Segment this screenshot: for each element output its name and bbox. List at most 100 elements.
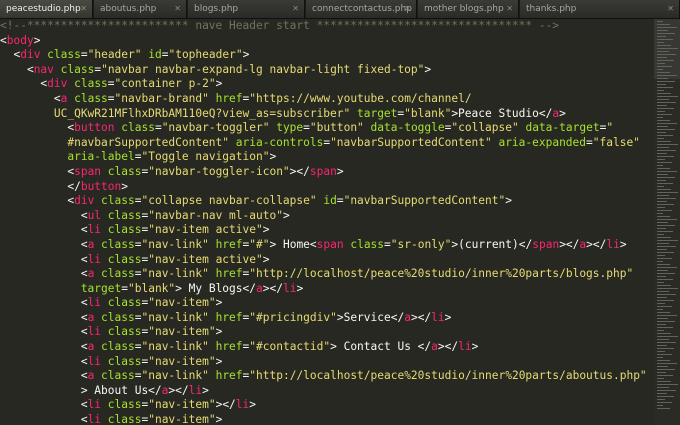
tab-label: peacestudio.php (6, 4, 81, 14)
tab-bar: peacestudio.php ✕ aboutus.php ✕ blogs.php ✕ co… (0, 0, 680, 19)
tab-blogs[interactable]: blogs.php ✕ (188, 0, 305, 18)
minimap-line (657, 180, 666, 181)
minimap-line (657, 288, 678, 289)
code-token: li (87, 354, 102, 368)
minimap-viewport[interactable] (654, 19, 680, 79)
minimap-line (657, 72, 670, 73)
minimap-line (657, 135, 673, 136)
close-icon[interactable]: ✕ (174, 0, 181, 18)
minimap-line (657, 399, 665, 400)
code-token: href (208, 267, 243, 281)
code-token: li (458, 340, 472, 354)
minimap-line (657, 189, 671, 190)
close-icon[interactable]: ✕ (506, 0, 513, 18)
code-token: > Home< (269, 237, 317, 251)
tab-label: connectcontactus.php (312, 4, 412, 14)
code-token: < (0, 164, 75, 178)
code-token: = (121, 281, 128, 295)
code-token: "#" (249, 237, 270, 251)
code-token: = (336, 194, 344, 208)
code-token: > (121, 179, 128, 193)
code-token: li (87, 325, 102, 339)
code-token: = (107, 91, 115, 105)
code-token: "nav-link" (141, 369, 209, 383)
code-token: "nav-item" (148, 354, 216, 368)
minimap-line (657, 195, 669, 196)
minimap-line (657, 174, 668, 175)
code-token: href (208, 369, 243, 383)
code-token: "button" (309, 121, 364, 135)
code-line: <li class="nav-item"> (0, 296, 647, 311)
tab-aboutus[interactable]: aboutus.php ✕ (94, 0, 187, 18)
tab-thanks[interactable]: thanks.php ✕ (520, 0, 680, 18)
code-token: > (444, 310, 452, 324)
minimap-line (657, 21, 663, 22)
code-line: <a class="nav-link" href="http://localho… (0, 369, 647, 384)
code-token: button (80, 179, 122, 193)
code-token: <!--************************ nave Header… (0, 19, 560, 32)
code-token: "Toggle navigation" (141, 150, 270, 164)
minimap-line (657, 87, 673, 88)
minimap-line (657, 48, 678, 49)
code-token: "navbar-nav ml-auto" (148, 208, 283, 222)
minimap-line (657, 366, 668, 367)
code-token: ></ (168, 383, 189, 397)
code-editor[interactable]: <!--************************ nave Header… (0, 19, 680, 425)
code-token: li (431, 310, 445, 324)
minimap-line (657, 141, 671, 142)
minimap-line (657, 387, 669, 388)
minimap-line (657, 207, 665, 208)
code-area[interactable]: <!--************************ nave Header… (0, 19, 647, 425)
minimap-line (657, 147, 669, 148)
code-token: ul (87, 208, 102, 222)
code-token: class (94, 369, 135, 383)
code-token: "header" (87, 48, 142, 62)
code-line: <nav class="navbar navbar-expand-lg navb… (0, 63, 647, 78)
code-token: li (282, 281, 297, 295)
close-icon[interactable]: ✕ (667, 0, 674, 18)
code-token: aria-expanded (491, 135, 587, 149)
code-token: > (424, 62, 432, 76)
code-line: <li class="nav-item"> (0, 413, 647, 425)
minimap-line (657, 321, 675, 322)
minimap-line (657, 99, 669, 100)
close-icon[interactable]: ✕ (80, 0, 87, 18)
code-token: li (188, 383, 203, 397)
minimap[interactable] (654, 19, 680, 425)
close-icon[interactable]: ✕ (404, 0, 411, 18)
minimap-line (657, 57, 667, 58)
minimap-line (657, 144, 678, 145)
close-icon[interactable]: ✕ (292, 0, 299, 18)
minimap-line (657, 276, 666, 277)
code-token: < (0, 340, 88, 354)
code-token: = (80, 48, 88, 62)
code-line: #navbarSupportedContent" aria-controls="… (0, 136, 647, 151)
minimap-line (657, 375, 673, 376)
minimap-line (657, 243, 669, 244)
tab-peacestudio[interactable]: peacestudio.php ✕ (0, 0, 93, 18)
code-token: class (101, 208, 142, 222)
code-token: "blank" (128, 281, 176, 295)
tab-mother-blogs[interactable]: mother blogs.php ✕ (418, 0, 519, 18)
minimap-line (657, 318, 668, 319)
minimap-line (657, 270, 668, 271)
code-token: > (505, 194, 512, 208)
minimap-line (657, 279, 673, 280)
minimap-line (657, 111, 665, 112)
code-token: ></ (289, 164, 310, 178)
code-line: <ul class="navbar-nav ml-auto"> (0, 209, 647, 224)
code-token: = (154, 121, 162, 135)
code-line: <a class="nav-link" href="http://localho… (0, 267, 647, 282)
minimap-line (657, 237, 671, 238)
tab-label: mother blogs.php (424, 4, 504, 14)
minimap-line (657, 213, 663, 214)
minimap-line (657, 408, 670, 409)
minimap-line (657, 384, 678, 385)
code-token: < (0, 237, 88, 251)
code-token: > (269, 150, 277, 164)
tab-connectcontactus[interactable]: connectcontactus.php ✕ (306, 0, 417, 18)
code-token: #navbarSupportedContent" (0, 135, 230, 149)
code-token: "nav-link" (141, 267, 209, 281)
code-token: < (0, 310, 88, 324)
minimap-line (657, 255, 665, 256)
